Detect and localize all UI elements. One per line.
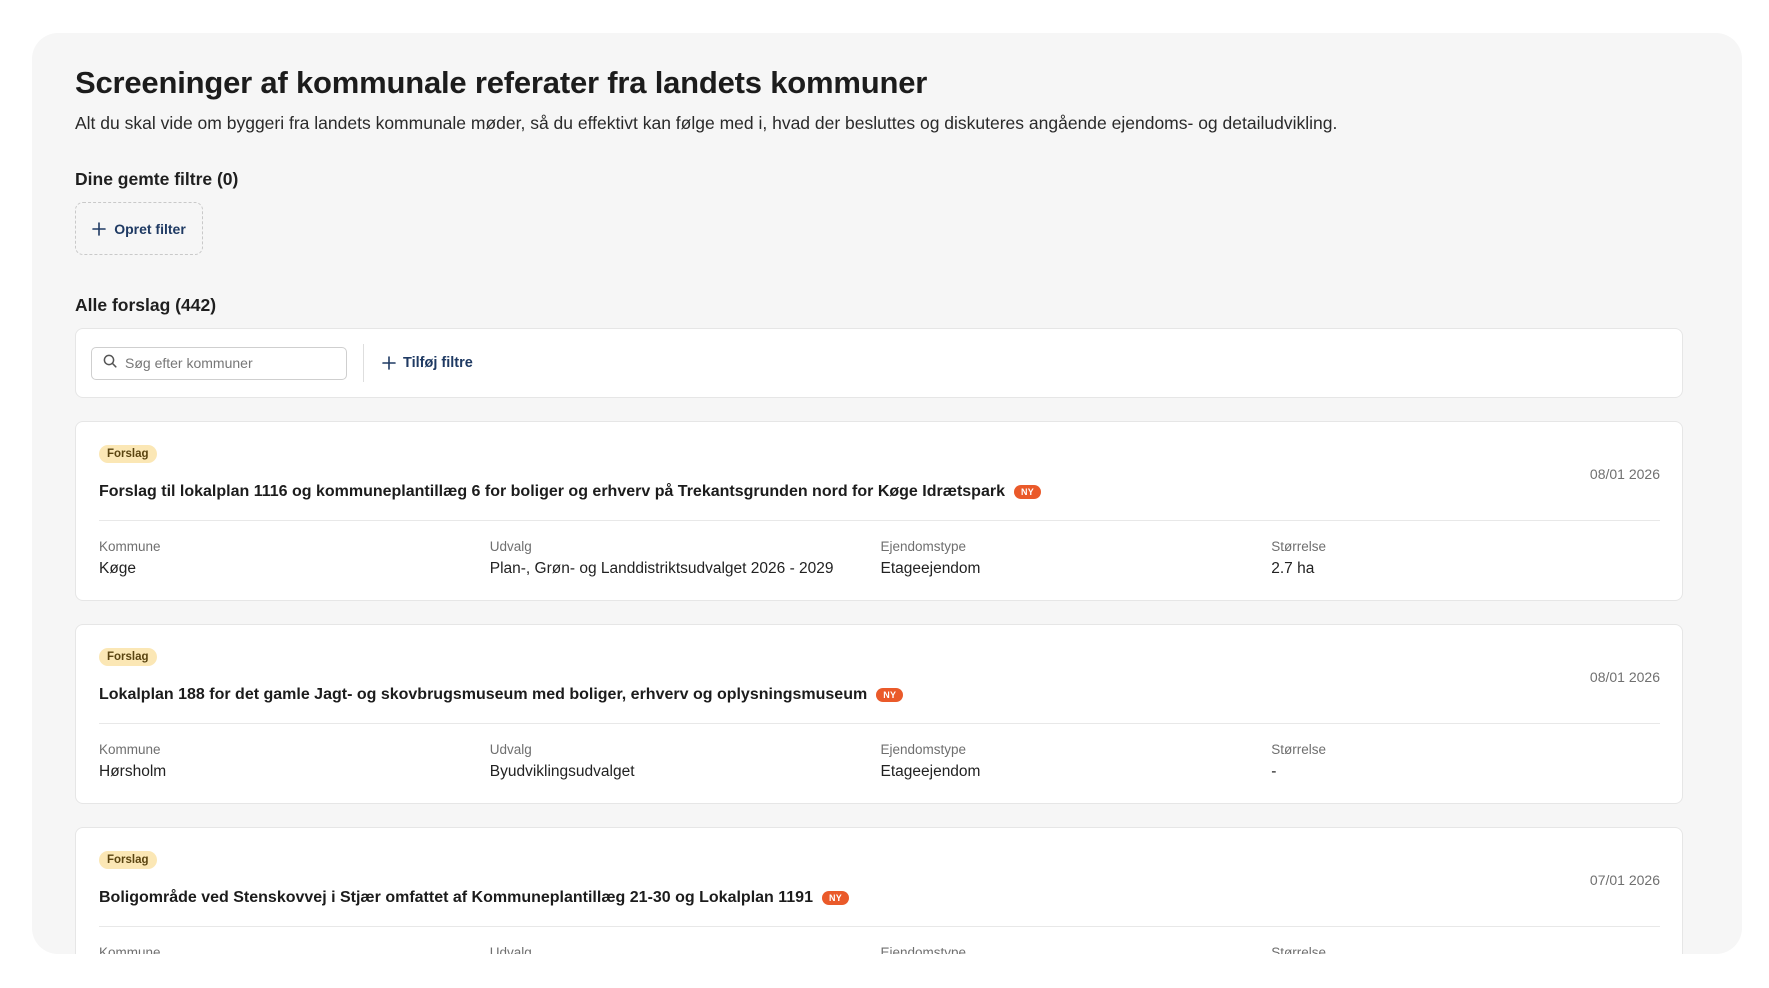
filter-bar: Tilføj filtre [75,328,1683,398]
meta-label: Størrelse [1271,742,1327,757]
proposal-title-text: Forslag til lokalplan 1116 og kommunepla… [99,483,1005,500]
create-filter-label: Opret filter [114,220,186,237]
meta-value: - [1271,763,1277,780]
filter-divider [363,344,364,382]
meta-value: Hørsholm [99,763,167,780]
page-subtitle: Alt du skal vide om byggeri fra landets … [75,113,1338,133]
proposal-title[interactable]: Lokalplan 188 for det gamle Jagt- og sko… [99,686,904,704]
meta-label: Udvalg [489,539,532,554]
search-icon [103,354,117,373]
proposal-card[interactable]: Forslag Forslag til lokalplan 1116 og ko… [75,421,1683,601]
proposal-title[interactable]: Boligområde ved Stenskovvej i Stjær omfa… [99,889,850,907]
saved-filters-heading: Dine gemte filtre (0) [75,169,239,189]
meta-value: Plan-, Grøn- og Landdistriktsudvalget 20… [489,560,834,577]
meta-value: Køge [99,560,137,577]
meta-row: Kommune Udvalg Ejendomstype Størrelse [99,945,1662,954]
search-input[interactable] [125,355,325,371]
meta-stoerrelse: Størrelse [1271,945,1662,954]
meta-label: Ejendomstype [880,945,967,954]
meta-label: Udvalg [489,742,532,757]
meta-label: Kommune [99,539,161,554]
search-box[interactable] [91,346,347,380]
create-filter-button[interactable]: Opret filter [75,202,203,255]
add-filters-label: Tilføj filtre [403,355,473,371]
meta-ejendomstype: Ejendomstype Etageejendom [881,742,1272,781]
meta-label: Kommune [99,742,161,757]
meta-row: Kommune Køge Udvalg Plan-, Grøn- og Land… [99,539,1662,578]
proposal-date: 08/01 2026 [1589,669,1660,685]
meta-udvalg: Udvalg Byudviklingsudvalget [490,742,881,781]
main-content: Screeninger af kommunale referater fra l… [75,65,1683,954]
meta-ejendomstype: Ejendomstype Etageejendom [881,539,1272,578]
card-divider [99,520,1660,521]
proposal-date: 07/01 2026 [1589,872,1660,888]
meta-udvalg: Udvalg Plan-, Grøn- og Landdistriktsudva… [490,539,881,578]
meta-label: Ejendomstype [880,742,967,757]
new-badge: NY [1013,485,1042,499]
meta-stoerrelse: Størrelse - [1271,742,1662,781]
status-badge: Forslag [99,445,157,463]
meta-kommune: Kommune Hørsholm [99,742,490,781]
meta-kommune: Kommune Køge [99,539,490,578]
app-frame: Screeninger af kommunale referater fra l… [32,33,1742,954]
meta-value: Etageejendom [880,763,981,780]
meta-udvalg: Udvalg [490,945,881,954]
proposal-title[interactable]: Forslag til lokalplan 1116 og kommunepla… [99,483,1042,501]
meta-label: Ejendomstype [880,539,967,554]
page-title: Screeninger af kommunale referater fra l… [75,65,928,100]
new-badge: NY [876,688,904,702]
plus-icon [382,356,396,370]
plus-icon [92,221,107,236]
new-badge: NY [821,891,850,905]
proposal-card[interactable]: Forslag Lokalplan 188 for det gamle Jagt… [75,624,1683,804]
meta-label: Størrelse [1271,539,1327,554]
all-proposals-heading: Alle forslag (442) [75,295,217,315]
proposal-title-text: Boligområde ved Stenskovvej i Stjær omfa… [99,889,813,906]
meta-stoerrelse: Størrelse 2.7 ha [1271,539,1662,578]
meta-label: Kommune [99,945,161,954]
meta-label: Størrelse [1271,945,1327,954]
meta-value: Byudviklingsudvalget [489,763,635,780]
proposal-title-text: Lokalplan 188 for det gamle Jagt- og sko… [99,686,868,703]
proposal-date: 08/01 2026 [1589,466,1660,482]
meta-value: Etageejendom [880,560,981,577]
meta-value: 2.7 ha [1271,560,1315,577]
proposal-card[interactable]: Forslag Boligområde ved Stenskovvej i St… [75,827,1683,954]
add-filters-button[interactable]: Tilføj filtre [382,355,473,371]
meta-ejendomstype: Ejendomstype [881,945,1272,954]
status-badge: Forslag [99,851,157,869]
meta-label: Udvalg [489,945,532,954]
meta-kommune: Kommune [99,945,490,954]
status-badge: Forslag [99,648,157,666]
card-divider [99,723,1660,724]
card-divider [99,926,1660,927]
meta-row: Kommune Hørsholm Udvalg Byudviklingsudva… [99,742,1662,781]
